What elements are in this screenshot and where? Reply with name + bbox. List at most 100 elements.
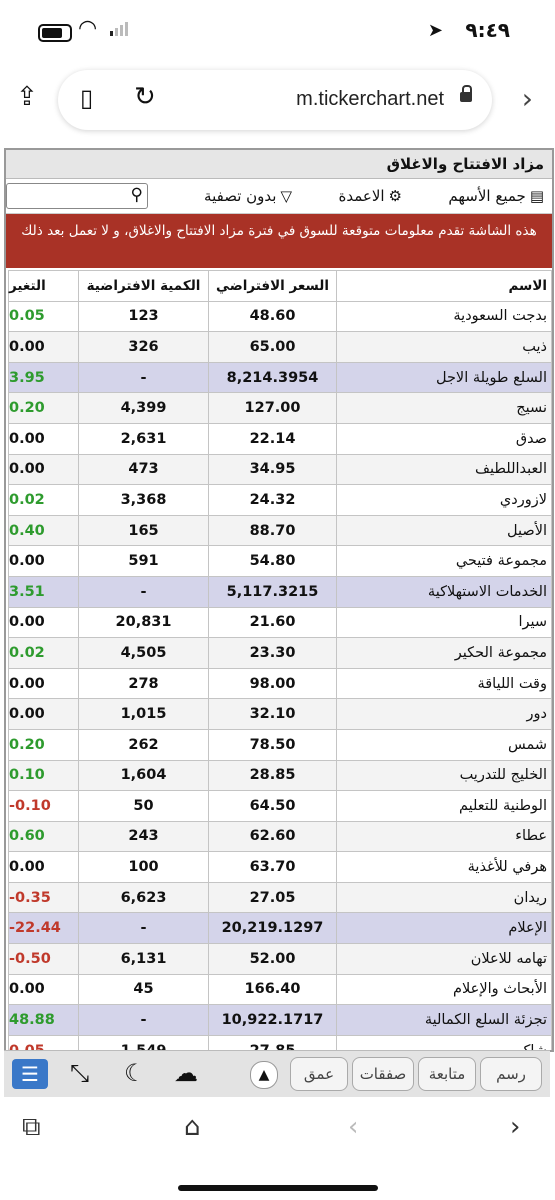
chevron-left-icon[interactable]: ‹ [348, 1112, 358, 1142]
header-change[interactable]: التغير [8, 270, 79, 302]
cell-name: العبداللطيف [336, 453, 552, 486]
notice-banner: هذه الشاشة تقدم معلومات متوقعة للسوق في … [6, 214, 552, 268]
sector-row[interactable]: السلع طويلة الاجل 8,214.3954-3.95 [8, 361, 552, 394]
table-row[interactable]: بدجت السعودية 48.60 123 0.05 [8, 300, 552, 333]
cell-qty: - [78, 575, 209, 608]
cell-change: 0.00 [8, 851, 79, 883]
cell-change: 0.60 [8, 820, 79, 853]
cell-price: 98.00 [208, 667, 337, 700]
cell-price: 54.80 [208, 545, 337, 577]
cell-price: 32.10 [208, 698, 337, 730]
cell-price: 21.60 [208, 606, 337, 639]
home-icon[interactable]: ⌂ [184, 1112, 201, 1142]
cell-change: 0.00 [8, 606, 79, 639]
home-indicator [178, 1185, 378, 1191]
search-icon[interactable]: ⚲ [131, 185, 143, 205]
cell-qty: 100 [78, 851, 209, 883]
chevron-right-icon[interactable]: › [510, 1112, 520, 1142]
table-row[interactable]: شمس 78.50 262 0.20 [8, 728, 552, 761]
cell-price: 88.70 [208, 514, 337, 547]
cell-name: لازوردي [336, 484, 552, 516]
table-row[interactable]: سيرا 21.60 20,831 0.00 [8, 606, 552, 639]
header-name[interactable]: الاسم [336, 270, 552, 302]
auction-table: الاسم السعر الافتراضي الكمية الافتراضية … [8, 270, 552, 1050]
table-row[interactable]: وقت اللياقة 98.00 278 0.00 [8, 667, 552, 700]
columns-button[interactable]: ⚙ الاعمدة [338, 187, 402, 205]
moon-icon[interactable]: ☾ [124, 1059, 146, 1087]
cell-change: 0.50- [8, 943, 79, 975]
tab-chart[interactable]: رسم [480, 1057, 542, 1091]
url-text[interactable]: m.tickerchart.net [296, 88, 444, 111]
cell-name: الأصيل [336, 514, 552, 547]
table-row[interactable]: لازوردي 24.32 3,368 0.02 [8, 484, 552, 516]
share-icon[interactable]: ⇪ [16, 82, 38, 112]
table-row[interactable]: نسيج 127.00 4,399 0.20 [8, 392, 552, 424]
menu-icon[interactable]: ☰ [12, 1059, 48, 1089]
cell-change: 0.00 [8, 973, 79, 1006]
table-row[interactable]: الأصيل 88.70 165 0.40 [8, 514, 552, 547]
table-row[interactable]: ذيب 65.00 326 0.00 [8, 331, 552, 363]
table-row[interactable]: مجموعة الحكير 23.30 4,505 0.02 [8, 637, 552, 669]
tab-follow[interactable]: متابعة [418, 1057, 476, 1091]
cell-price: 22.14 [208, 422, 337, 455]
table-row[interactable]: العبداللطيف 34.95 473 0.00 [8, 453, 552, 486]
sector-row[interactable]: الخدمات الاستهلاكية 5,117.3215-3.51 [8, 575, 552, 608]
table-row[interactable]: الخليج للتدريب 28.85 1,604 0.10 [8, 759, 552, 792]
cell-name: نسيج [336, 392, 552, 424]
tab-trades[interactable]: صفقات [352, 1057, 414, 1091]
reload-icon[interactable]: ↻ [134, 82, 156, 112]
cell-qty: 1,604 [78, 759, 209, 792]
search-input[interactable]: ⚲ [6, 183, 148, 209]
all-stocks-button[interactable]: ▤ جميع الأسهم [448, 187, 544, 205]
table-row[interactable]: هرفي للأغذية 63.70 100 0.00 [8, 851, 552, 883]
chevron-up-icon[interactable]: ▲ [250, 1061, 278, 1089]
signal-icon [110, 22, 128, 36]
cell-qty: 591 [78, 545, 209, 577]
cell-name: شمس [336, 728, 552, 761]
location-icon: ➤ [427, 20, 443, 41]
cell-name: تهامه للاعلان [336, 943, 552, 975]
table-row[interactable]: الأبحاث والإعلام 166.40 45 0.00 [8, 973, 552, 1006]
collapse-icon[interactable]: ⤡ [70, 1059, 89, 1087]
toolbar: ▤ جميع الأسهم ⚙ الاعمدة ▽ بدون تصفية ⚲ [6, 179, 552, 214]
header-qty[interactable]: الكمية الافتراضية [78, 270, 209, 302]
table-row[interactable]: صدق 22.14 2,631 0.00 [8, 422, 552, 455]
cell-qty: 165 [78, 514, 209, 547]
battery-icon [38, 24, 72, 42]
cell-qty: 6,623 [78, 881, 209, 914]
status-time: ٩:٤٩ [465, 18, 510, 42]
cell-price: 8,214.3954 [208, 361, 337, 394]
list-icon: ▤ [529, 187, 544, 205]
cloud-upload-icon[interactable]: ☁ [174, 1059, 198, 1087]
cell-price: 63.70 [208, 851, 337, 883]
cell-qty: - [78, 912, 209, 945]
sector-row[interactable]: الإعلام 20,219.1297-22.44- [8, 912, 552, 945]
address-field[interactable]: ▯ ↻ m.tickerchart.net [58, 70, 492, 130]
table-row[interactable]: ريدان 27.05 6,623 0.35- [8, 881, 552, 914]
table-row[interactable]: مجموعة فتيحي 54.80 591 0.00 [8, 545, 552, 577]
cell-name: تجزئة السلع الكمالية [336, 1004, 552, 1036]
table-row[interactable]: عطاء 62.60 243 0.60 [8, 820, 552, 853]
tabs-icon[interactable]: ⧉ [22, 1112, 41, 1143]
cell-change: 22.44- [8, 912, 79, 945]
cell-name: السلع طويلة الاجل [336, 361, 552, 394]
cell-change: 0.00 [8, 545, 79, 577]
all-stocks-label: جميع الأسهم [448, 187, 526, 205]
cell-price: 23.30 [208, 637, 337, 669]
cell-name: عطاء [336, 820, 552, 853]
cell-price: 65.00 [208, 331, 337, 363]
cell-change: 0.00 [8, 453, 79, 486]
cell-qty: 45 [78, 973, 209, 1006]
header-price[interactable]: السعر الافتراضي [208, 270, 337, 302]
bookmark-icon[interactable]: ▯ [80, 84, 93, 112]
table-row[interactable]: دور 32.10 1,015 0.00 [8, 698, 552, 730]
table-row[interactable]: تهامه للاعلان 52.00 6,131 0.50- [8, 943, 552, 975]
cell-qty: 262 [78, 728, 209, 761]
sector-row[interactable]: تجزئة السلع الكمالية 10,922.1717-48.88 [8, 1004, 552, 1036]
browser-url-bar: ⇪ ▯ ↻ m.tickerchart.net › [0, 66, 555, 136]
table-row[interactable]: الوطنية للتعليم 64.50 50 0.10- [8, 790, 552, 822]
chevron-right-icon[interactable]: › [522, 82, 533, 115]
tab-depth[interactable]: عمق [290, 1057, 348, 1091]
cell-name: دور [336, 698, 552, 730]
filter-button[interactable]: ▽ بدون تصفية [204, 187, 292, 205]
